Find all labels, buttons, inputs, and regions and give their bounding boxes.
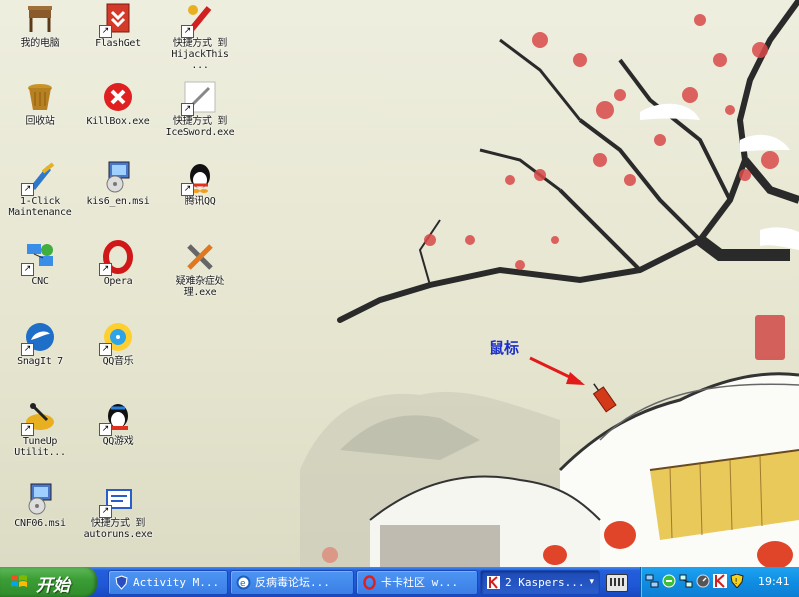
svg-text:!: ! bbox=[735, 577, 738, 586]
chevron-down-icon: ▾ bbox=[589, 577, 594, 587]
tuneup-icon: ↗ bbox=[21, 400, 57, 436]
desktop-icon-qq[interactable]: ↗ 腾讯QQ bbox=[160, 160, 240, 238]
desktop-icon-tuneup[interactable]: ↗ TuneUp Utilit... bbox=[0, 400, 80, 478]
start-label: 开始 bbox=[36, 576, 70, 596]
firecracker-cursor bbox=[592, 383, 617, 413]
desktop-icon-1-click-maintenance[interactable]: ↗ 1-Click Maintenance bbox=[0, 160, 80, 238]
desktop-icon-recycle-bin[interactable]: 回收站 bbox=[0, 80, 80, 158]
clock[interactable]: 19:41 bbox=[758, 567, 790, 597]
speed-icon[interactable] bbox=[696, 574, 710, 588]
opera-icon: ↗ bbox=[99, 240, 135, 276]
desktop-icon-cnc[interactable]: ↗ CNC bbox=[0, 240, 80, 318]
kaspersky-k-icon[interactable] bbox=[713, 574, 727, 588]
desktop-icon-flashget[interactable]: ↗ FlashGet bbox=[78, 2, 158, 80]
green-circle-icon[interactable] bbox=[662, 574, 676, 588]
opera-icon bbox=[363, 575, 376, 590]
desktop-icon-kis6-msi[interactable]: kis6_en.msi bbox=[78, 160, 158, 238]
desktop-icon-my-computer[interactable]: 我的电脑 bbox=[0, 2, 80, 80]
system-tray: ! 19:41 bbox=[640, 567, 799, 597]
killbox-icon bbox=[101, 80, 135, 114]
kaspersky-icon bbox=[487, 576, 500, 589]
qq-music-icon: ↗ bbox=[99, 320, 135, 356]
network-icon[interactable] bbox=[645, 574, 659, 588]
desktop-icon-hijackthis[interactable]: ↗ 快捷方式 到 HijackThis ... bbox=[160, 2, 240, 80]
desktop-icon-tools-exe[interactable]: 疑难杂症处 理.exe bbox=[160, 240, 240, 318]
cnc-network-icon: ↗ bbox=[21, 240, 57, 276]
mouse-annotation-label: 鼠标 bbox=[489, 339, 520, 357]
desktop-icon-opera[interactable]: ↗ Opera bbox=[78, 240, 158, 318]
windows-flag-icon bbox=[11, 575, 27, 587]
snagit-icon: ↗ bbox=[21, 320, 57, 356]
my-computer-icon bbox=[23, 2, 57, 36]
desktop-icon-cnf06-msi[interactable]: CNF06.msi bbox=[0, 482, 80, 560]
hijackthis-icon: ↗ bbox=[181, 2, 217, 38]
svg-text:e: e bbox=[240, 579, 246, 589]
desktop-icon-icesword[interactable]: ↗ 快捷方式 到 IceSword.exe bbox=[160, 80, 240, 158]
tools-icon bbox=[183, 240, 217, 274]
ie-icon: e bbox=[236, 575, 251, 590]
shield-warning-icon[interactable]: ! bbox=[730, 574, 744, 588]
taskbar-button-antivirus-forum[interactable]: e 反病毒论坛... bbox=[230, 570, 354, 595]
qq-icon: ↗ bbox=[181, 160, 217, 196]
desktop-icon-autoruns[interactable]: ↗ 快捷方式 到 autoruns.exe bbox=[78, 482, 158, 560]
taskbar-button-kaspersky-group[interactable]: 2 Kaspers... ▾ bbox=[480, 570, 600, 595]
network-monitor-icon[interactable] bbox=[679, 574, 693, 588]
shield-icon bbox=[115, 575, 128, 590]
desktop-icon-snagit[interactable]: ↗ SnagIt 7 bbox=[0, 320, 80, 398]
desktop[interactable]: 鼠标 我的电脑 回收站 ↗ 1-Click Maintenance ↗ CNC … bbox=[0, 0, 799, 567]
qq-game-icon: ↗ bbox=[99, 400, 135, 436]
desktop-icon-qq-music[interactable]: ↗ QQ音乐 bbox=[78, 320, 158, 398]
flashget-icon: ↗ bbox=[99, 2, 135, 38]
msi-installer-icon bbox=[23, 482, 57, 516]
icesword-icon: ↗ bbox=[181, 80, 217, 116]
msi-installer-icon bbox=[101, 160, 135, 194]
recycle-bin-icon bbox=[23, 80, 57, 114]
start-button[interactable]: 开始 bbox=[0, 567, 97, 597]
desktop-icon-qq-game[interactable]: ↗ QQ游戏 bbox=[78, 400, 158, 478]
autoruns-icon: ↗ bbox=[99, 482, 135, 518]
one-click-maintenance-icon: ↗ bbox=[21, 160, 57, 196]
taskbar-button-kaka-community[interactable]: 卡卡社区 w... bbox=[356, 570, 478, 595]
desktop-icon-killbox[interactable]: KillBox.exe bbox=[78, 80, 158, 158]
keyboard-icon[interactable] bbox=[606, 574, 628, 592]
taskbar: 开始 Activity M... e 反病毒论坛... 卡卡社区 w... 2 … bbox=[0, 567, 799, 597]
taskbar-button-activity-monitor[interactable]: Activity M... bbox=[108, 570, 228, 595]
